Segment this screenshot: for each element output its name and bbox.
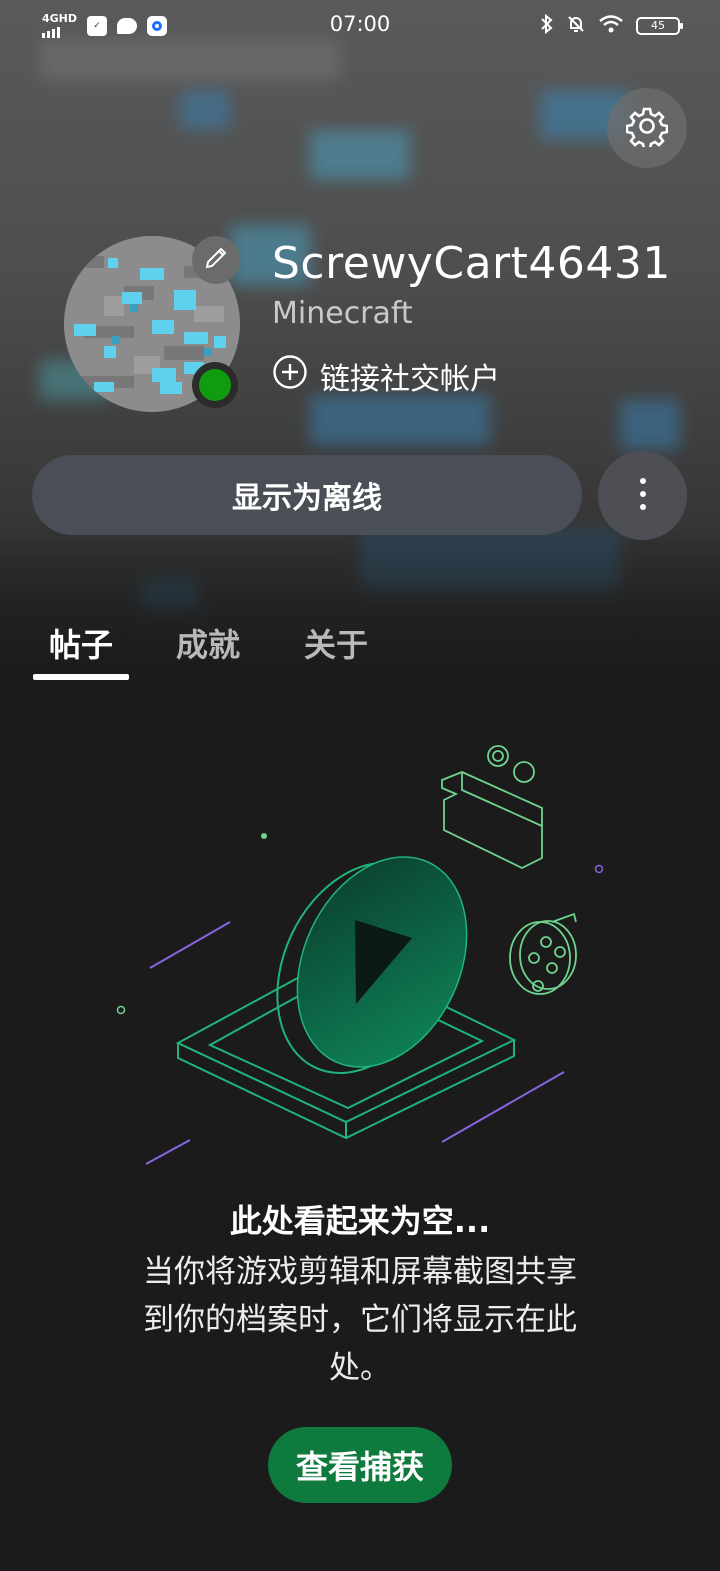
wifi-icon [598, 14, 624, 38]
link-social-label: 链接社交帐户 [320, 362, 500, 397]
profile-tabs: 帖子 成就 关于 [0, 610, 720, 690]
gamertag: ScrewyCart46431 [272, 238, 671, 289]
current-game: Minecraft [272, 296, 413, 331]
gear-icon [625, 105, 669, 151]
battery-icon: 45 [636, 17, 683, 35]
more-options-button[interactable] [598, 451, 687, 540]
pencil-icon [202, 244, 230, 276]
tab-posts[interactable]: 帖子 [49, 620, 113, 666]
empty-captures-illustration [100, 730, 620, 1170]
appear-offline-button[interactable]: 显示为离线 [32, 455, 582, 535]
add-circle-icon [272, 354, 308, 398]
mute-icon [566, 14, 586, 38]
edit-avatar-button[interactable] [192, 236, 240, 284]
status-bar: 4GHD ✓ 07:00 45 [0, 0, 720, 52]
active-tab-indicator [33, 674, 129, 680]
battery-level: 45 [651, 19, 665, 32]
empty-state-title: 此处看起来为空... [229, 1202, 491, 1240]
more-vertical-icon [639, 477, 647, 515]
appear-offline-label: 显示为离线 [232, 481, 382, 516]
view-captures-label: 查看捕获 [295, 1448, 424, 1486]
link-social-account-button[interactable]: 链接社交帐户 [272, 354, 500, 398]
empty-state-description: 当你将游戏剪辑和屏幕截图共享到你的档案时，它们将显示在此处。 [143, 1254, 577, 1386]
settings-button[interactable] [607, 88, 687, 168]
bluetooth-icon [540, 13, 554, 38]
view-captures-button[interactable]: 查看捕获 [268, 1427, 452, 1503]
tab-achievements[interactable]: 成就 [176, 620, 240, 666]
avatar-container [64, 236, 240, 412]
online-status-indicator [192, 362, 238, 408]
tab-about[interactable]: 关于 [304, 620, 368, 666]
